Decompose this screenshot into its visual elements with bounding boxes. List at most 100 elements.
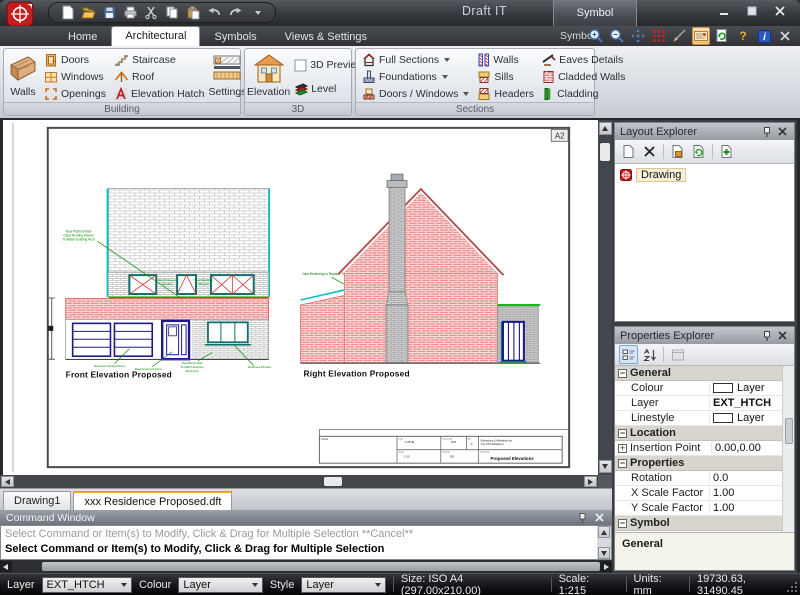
doors-windows-sections-button[interactable]: Doors / Windows: [359, 86, 472, 102]
layout-tree-item-drawing[interactable]: Drawing: [620, 168, 789, 182]
horizontal-scroll-thumb[interactable]: [324, 477, 342, 486]
layout-pin-icon[interactable]: [762, 126, 772, 138]
scroll-up-button[interactable]: [599, 122, 612, 135]
properties-scrollbar[interactable]: [782, 366, 794, 532]
tab-architectural[interactable]: Architectural: [111, 26, 200, 46]
property-row-y-scale[interactable]: Y Scale Factor1.00: [615, 501, 794, 516]
foundations-button[interactable]: Foundations: [359, 69, 472, 85]
contextual-tab-symbol[interactable]: Symbol: [553, 0, 637, 26]
headers-button[interactable]: Headers: [474, 86, 537, 102]
property-pages-button[interactable]: [668, 345, 687, 364]
refresh-layout-button[interactable]: [689, 142, 708, 161]
scroll-left-button[interactable]: [1, 476, 14, 487]
collapse-icon[interactable]: −: [618, 429, 627, 438]
close-ribbon-icon[interactable]: [776, 27, 794, 45]
maximize-button[interactable]: [742, 4, 762, 18]
command-vertical-scrollbar[interactable]: [597, 526, 611, 559]
sketch-mode-icon[interactable]: [692, 27, 710, 45]
info-icon[interactable]: i: [755, 27, 773, 45]
alphabetical-sort-button[interactable]: [640, 345, 659, 364]
openings-button[interactable]: Openings: [41, 86, 109, 102]
new-button[interactable]: [59, 4, 76, 21]
layout-close-icon[interactable]: [777, 127, 789, 137]
command-history[interactable]: Select Command or Item(s) to Modify, Cli…: [1, 526, 597, 559]
style-combo[interactable]: Layer: [301, 577, 386, 593]
pan-icon[interactable]: [629, 27, 647, 45]
command-scroll-down[interactable]: [598, 547, 610, 559]
close-button[interactable]: [770, 4, 790, 18]
vertical-scroll-thumb[interactable]: [600, 143, 610, 161]
collapse-icon[interactable]: −: [618, 459, 627, 468]
new-layout-button[interactable]: [619, 142, 638, 161]
canvas-horizontal-scrollbar[interactable]: [0, 475, 598, 488]
walls-sections-button[interactable]: Walls: [474, 52, 537, 68]
properties-pin-icon[interactable]: [762, 330, 772, 342]
cladded-walls-button[interactable]: Cladded Walls: [539, 69, 628, 85]
property-row-insertion-point[interactable]: +Insertion Point0.00,0.00: [615, 441, 794, 456]
undo-button[interactable]: [206, 4, 223, 21]
scroll-right-button[interactable]: [584, 476, 597, 487]
properties-close-icon[interactable]: [777, 331, 789, 341]
property-row-layer[interactable]: LayerEXT_HTCH: [615, 396, 794, 411]
redo-button[interactable]: [227, 4, 244, 21]
collapse-icon[interactable]: −: [618, 369, 627, 378]
sills-button[interactable]: Sills: [474, 69, 537, 85]
roof-button[interactable]: Roof: [111, 69, 208, 85]
export-layout-button[interactable]: [668, 142, 687, 161]
zoom-out-icon[interactable]: [608, 27, 626, 45]
expand-icon[interactable]: +: [618, 444, 627, 453]
staircase-button[interactable]: Staircase: [111, 52, 208, 68]
walls-button[interactable]: Walls: [6, 51, 40, 103]
categorized-view-button[interactable]: [619, 345, 638, 364]
delete-layout-button[interactable]: [640, 142, 659, 161]
drawing-canvas[interactable]: A2: [0, 120, 598, 475]
doc-tab-residence[interactable]: xxx Residence Proposed.dft: [73, 491, 232, 510]
colour-combo[interactable]: Layer: [178, 577, 263, 593]
tab-home[interactable]: Home: [54, 28, 111, 46]
doors-button[interactable]: Doors: [41, 52, 109, 68]
doc-tab-drawing1[interactable]: Drawing1: [3, 491, 71, 510]
refresh-icon[interactable]: [713, 27, 731, 45]
command-scroll-left[interactable]: [0, 561, 12, 572]
zoom-in-icon[interactable]: [587, 27, 605, 45]
property-row-rotation[interactable]: Rotation0.0: [615, 471, 794, 486]
elevation-button[interactable]: Elevation: [247, 51, 290, 103]
building-settings-button[interactable]: Settings: [209, 51, 247, 103]
canvas-vertical-scrollbar[interactable]: [598, 120, 612, 475]
windows-button[interactable]: Windows: [41, 69, 109, 85]
paste-button[interactable]: [185, 4, 202, 21]
collapse-icon[interactable]: −: [618, 519, 627, 528]
tab-views-settings[interactable]: Views & Settings: [271, 28, 381, 46]
cut-button[interactable]: [143, 4, 160, 21]
command-scroll-thumb[interactable]: [42, 562, 601, 571]
snap-icon[interactable]: [671, 27, 689, 45]
layer-combo[interactable]: EXT_HTCH: [42, 577, 132, 593]
print-button[interactable]: [122, 4, 139, 21]
elevation-hatch-button[interactable]: Elevation Hatch: [111, 86, 208, 102]
resize-grip[interactable]: [786, 581, 798, 593]
help-icon[interactable]: ?: [734, 27, 752, 45]
category-symbol[interactable]: −Symbol: [615, 516, 794, 531]
minimize-button[interactable]: [714, 4, 734, 18]
tab-symbols[interactable]: Symbols: [200, 28, 270, 46]
category-properties[interactable]: −Properties: [615, 456, 794, 471]
properties-scroll-thumb[interactable]: [785, 418, 793, 444]
pin-icon[interactable]: [577, 512, 588, 524]
command-scroll-up[interactable]: [598, 526, 610, 538]
full-sections-button[interactable]: Full Sections: [359, 52, 472, 68]
save-button[interactable]: [101, 4, 118, 21]
eaves-details-button[interactable]: Eaves Details: [539, 52, 628, 68]
property-row-colour[interactable]: ColourLayer: [615, 381, 794, 396]
grid-icon[interactable]: [650, 27, 668, 45]
add-drawing-button[interactable]: [717, 142, 736, 161]
copy-button[interactable]: [164, 4, 181, 21]
command-scroll-right[interactable]: [600, 561, 612, 572]
app-menu-button[interactable]: [4, 1, 40, 27]
property-row-linestyle[interactable]: LinestyleLayer: [615, 411, 794, 426]
category-general[interactable]: −General: [615, 366, 794, 381]
open-button[interactable]: [80, 4, 97, 21]
scroll-down-button[interactable]: [599, 460, 612, 473]
command-horizontal-scrollbar[interactable]: [0, 560, 612, 573]
property-row-x-scale[interactable]: X Scale Factor1.00: [615, 486, 794, 501]
command-close-icon[interactable]: [594, 513, 606, 523]
